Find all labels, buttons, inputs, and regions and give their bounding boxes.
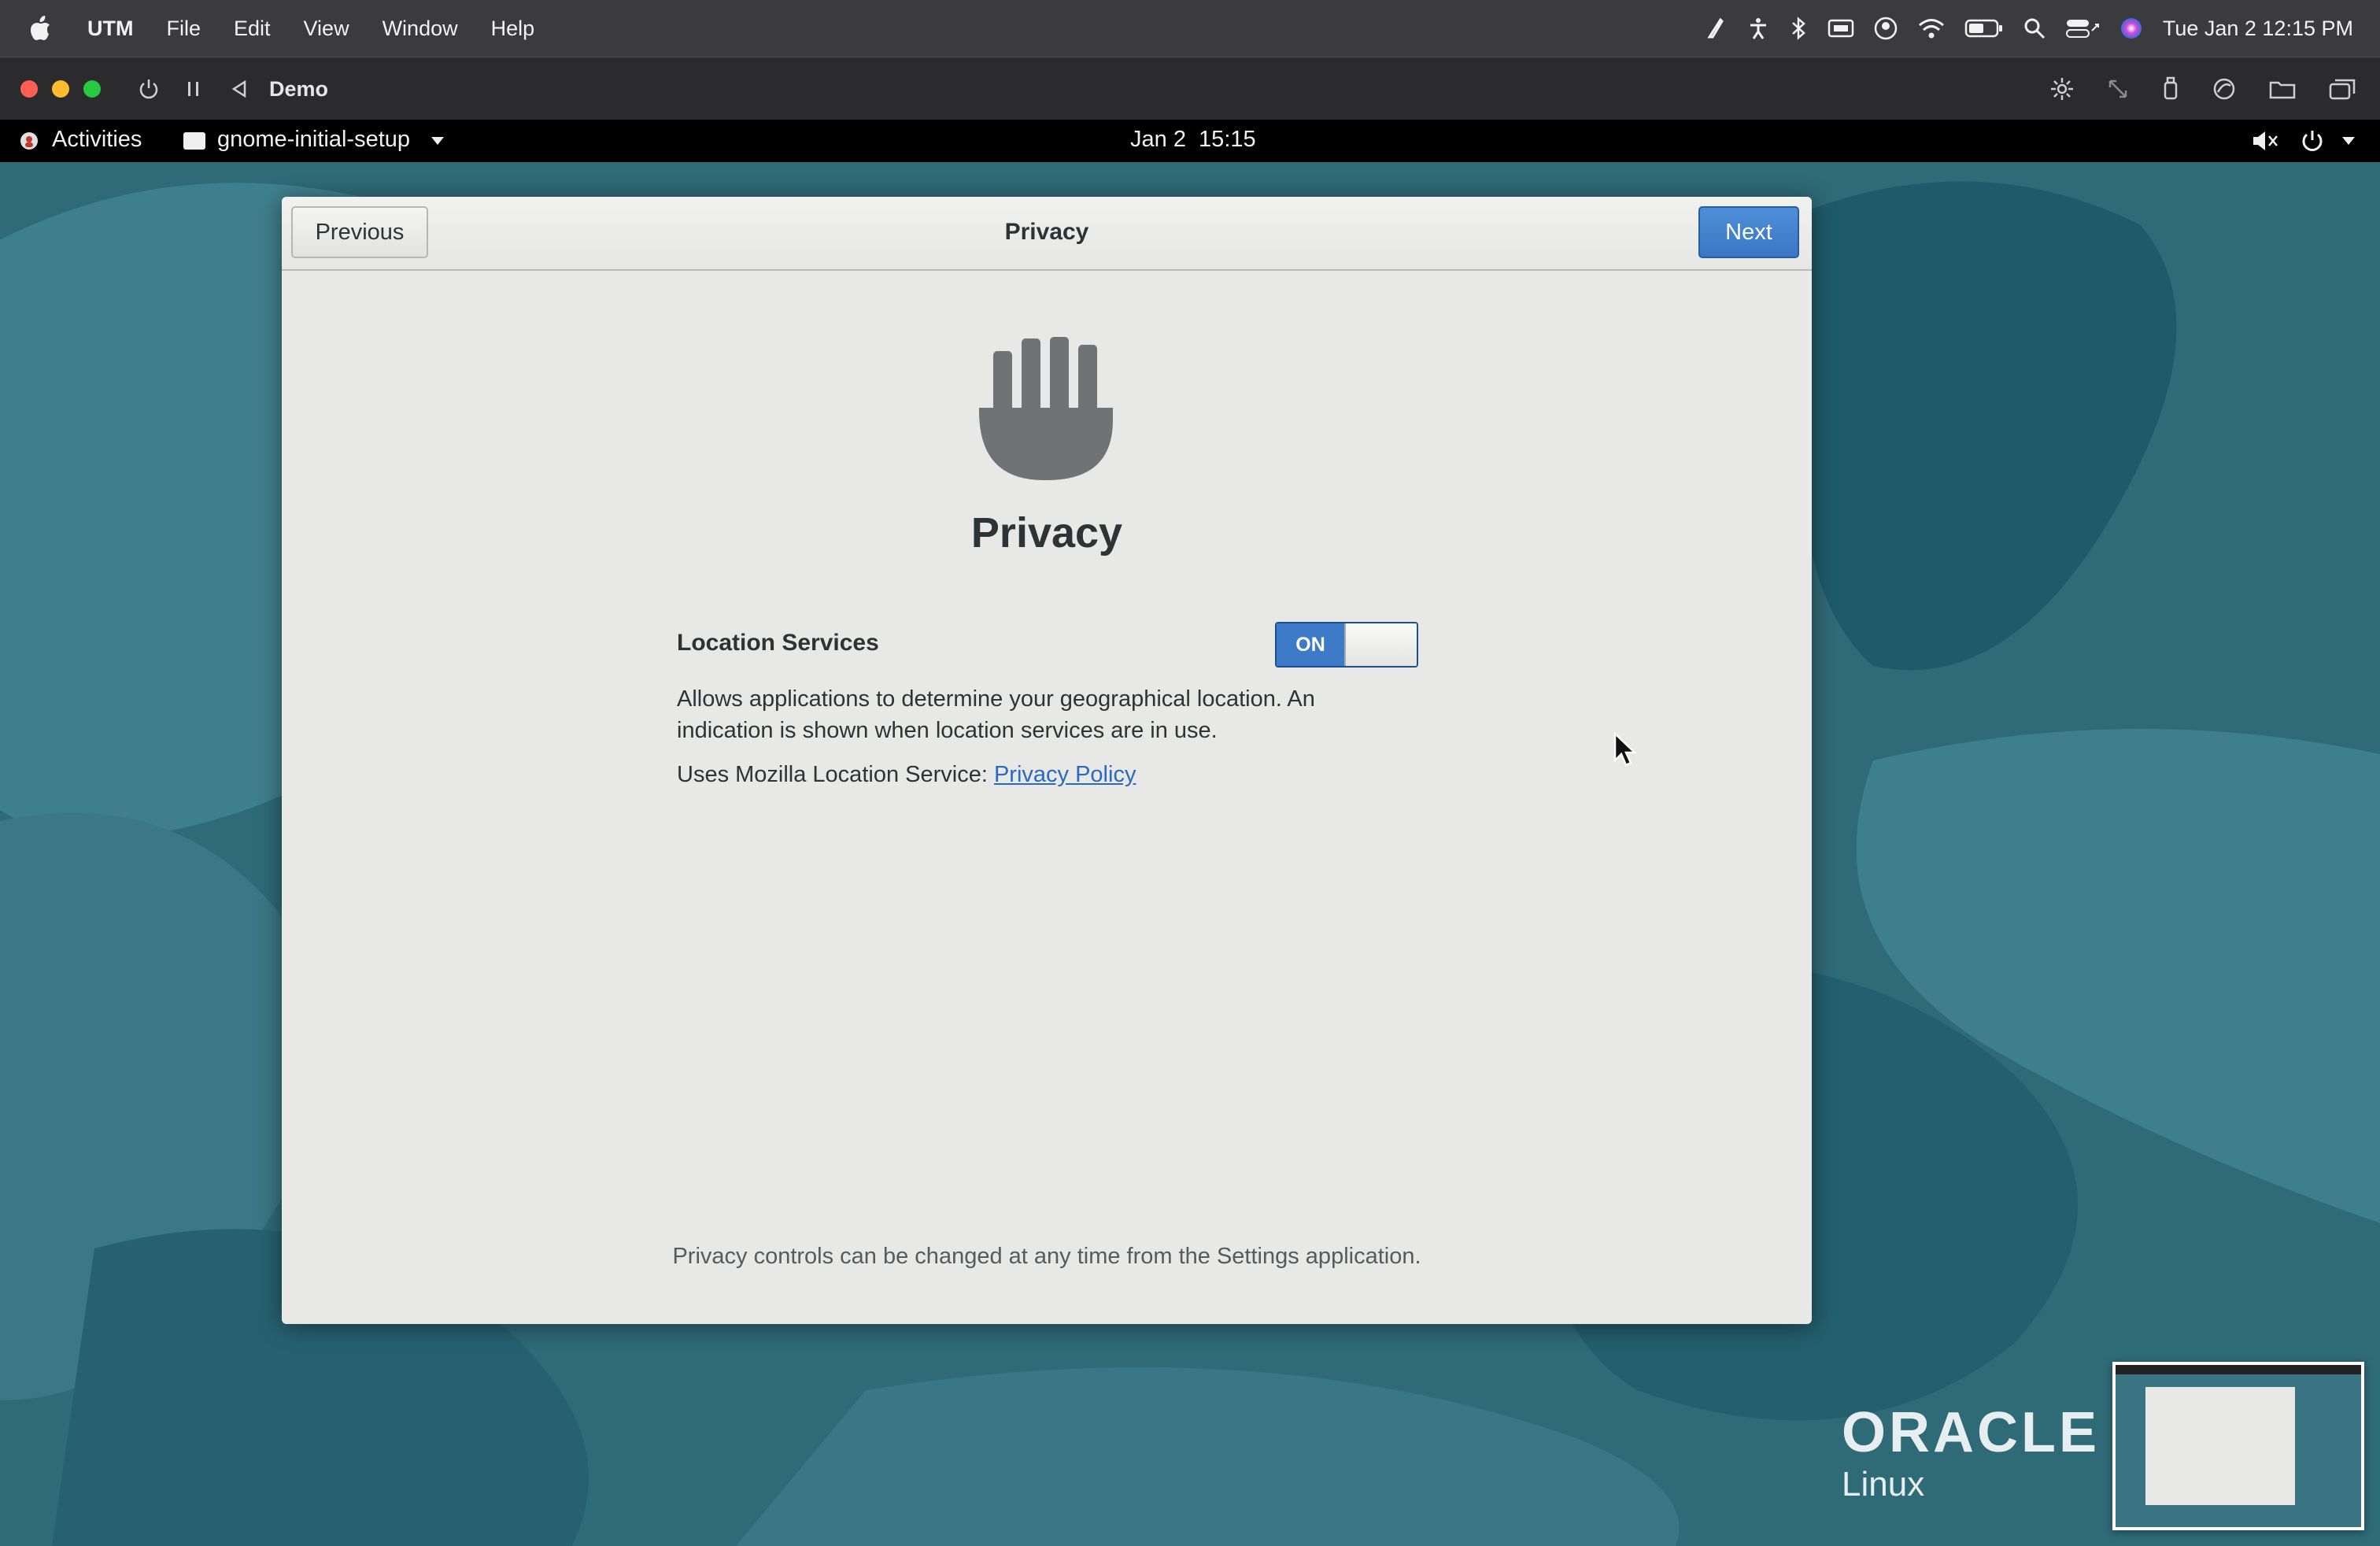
drive-disc-icon[interactable] <box>2212 76 2237 102</box>
description-line-2: indication is shown when location servic… <box>677 718 1218 743</box>
menubar-clock[interactable]: Tue Jan 2 12:15 PM <box>2163 17 2353 41</box>
utm-toolbar-right <box>2049 76 2380 102</box>
app-menu-utm[interactable]: UTM <box>71 17 150 41</box>
pause-icon[interactable] <box>184 78 203 100</box>
activities-button[interactable]: Activities <box>52 127 142 153</box>
menubar-status-area: Tue Jan 2 12:15 PM <box>1703 16 2380 41</box>
power-menu-icon[interactable] <box>2300 128 2325 153</box>
power-icon[interactable] <box>137 77 161 101</box>
window-title: Demo <box>269 76 329 101</box>
keyboard-icon[interactable] <box>1828 18 1854 39</box>
menu-file[interactable]: File <box>150 17 217 41</box>
vm-preview-thumbnail[interactable] <box>2112 1362 2364 1530</box>
app-window-icon <box>183 131 206 151</box>
app-menu-dropdown-icon[interactable] <box>430 135 445 146</box>
pen-tool-icon[interactable] <box>1703 17 1727 40</box>
app-menu-button[interactable]: gnome-initial-setup <box>217 127 410 153</box>
privacy-hand-icon <box>979 337 1113 481</box>
window-minimize-button[interactable] <box>52 80 69 98</box>
mouse-cursor-icon <box>1613 732 1637 767</box>
menu-help[interactable]: Help <box>475 17 552 41</box>
accessibility-icon[interactable] <box>1746 16 1771 41</box>
window-maximize-button[interactable] <box>83 80 101 98</box>
gnome-clock[interactable]: Jan 2 15:15 <box>1130 127 1256 153</box>
page-heading: Privacy <box>970 509 1123 557</box>
spotlight-search-icon[interactable] <box>2023 17 2046 40</box>
dialog-header-bar: Previous Privacy Next <box>282 197 1812 271</box>
display-settings-icon[interactable] <box>2049 76 2075 102</box>
shared-folder-icon[interactable] <box>2268 77 2297 101</box>
privacy-policy-link[interactable]: Privacy Policy <box>994 762 1136 787</box>
gnome-top-bar: Activities gnome-initial-setup Jan 2 15:… <box>0 120 2380 162</box>
footer-note: Privacy controls can be changed at any t… <box>672 1244 1421 1269</box>
thumbnail-dialog <box>2145 1387 2295 1505</box>
description-line-1: Allows applications to determine your ge… <box>677 686 1315 712</box>
siri-icon[interactable] <box>2119 16 2144 41</box>
wifi-icon[interactable] <box>1917 17 1946 39</box>
oracle-logo-linux: Linux <box>1842 1465 1925 1503</box>
recording-indicator-icon <box>19 131 39 151</box>
privacy-dialog: Previous Privacy Next Privacy Location S… <box>282 197 1812 1324</box>
oracle-logo-word: ORACLE <box>1842 1401 2100 1464</box>
utm-window-toolbar: Demo <box>0 57 2380 120</box>
control-center-icon[interactable] <box>2065 17 2100 40</box>
toggle-on-label: ON <box>1277 623 1344 666</box>
apple-menu-icon[interactable] <box>0 15 71 42</box>
thumbnail-topbar <box>2116 1365 2361 1374</box>
usb-device-icon[interactable] <box>2161 76 2180 102</box>
windows-icon[interactable] <box>2328 77 2356 101</box>
bluetooth-icon[interactable] <box>1790 16 1809 41</box>
user-account-icon[interactable] <box>1873 16 1898 41</box>
menu-edit[interactable]: Edit <box>217 17 287 41</box>
macos-menu-bar: UTM File Edit View Window Help Tue Jan 2… <box>0 0 2380 57</box>
window-close-button[interactable] <box>20 80 38 98</box>
resize-arrows-icon[interactable] <box>2106 77 2130 101</box>
location-services-label: Location Services <box>677 630 879 656</box>
mozilla-service-text: Uses Mozilla Location Service: <box>677 762 994 787</box>
back-triangle-icon[interactable] <box>230 78 249 100</box>
mozilla-location-note: Uses Mozilla Location Service: Privacy P… <box>677 762 1136 788</box>
menu-window[interactable]: Window <box>366 17 475 41</box>
menu-view[interactable]: View <box>287 17 366 41</box>
toggle-knob[interactable] <box>1344 623 1417 666</box>
location-description: Allows applications to determine your ge… <box>677 683 1315 746</box>
location-services-toggle[interactable]: ON <box>1275 622 1418 668</box>
volume-muted-icon[interactable] <box>2251 129 2279 153</box>
oracle-linux-logo: ORACLE Linux <box>1842 1404 2100 1502</box>
battery-icon[interactable] <box>1964 18 2004 39</box>
dialog-header-title: Privacy <box>1004 219 1089 245</box>
next-button[interactable]: Next <box>1698 206 1799 258</box>
system-menu-dropdown-icon[interactable] <box>2341 135 2356 146</box>
